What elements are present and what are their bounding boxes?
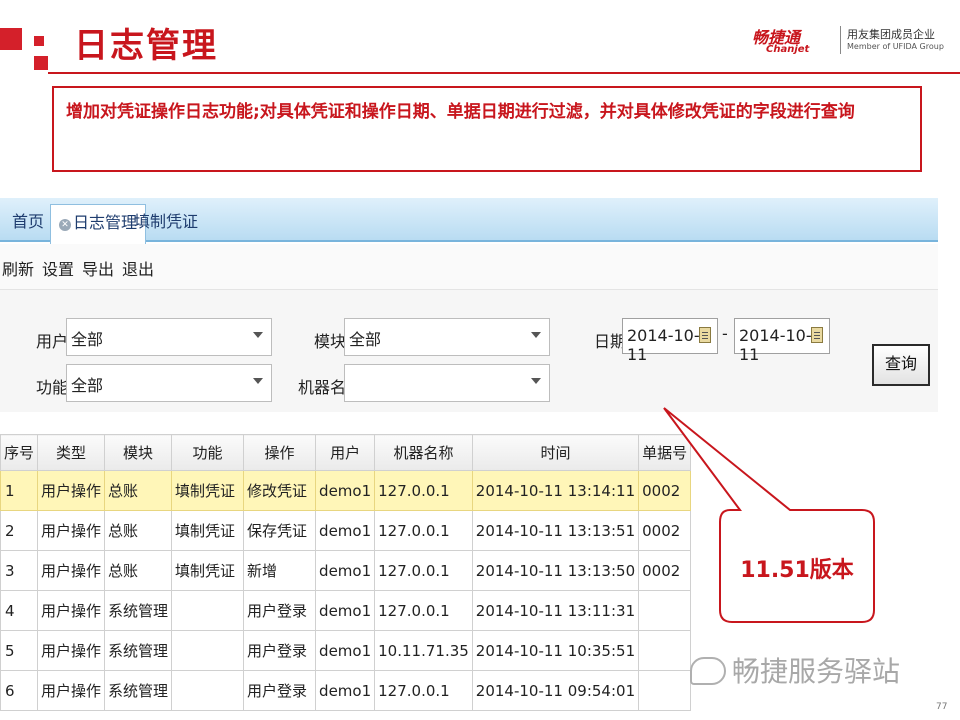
page-number: 77 bbox=[936, 702, 948, 712]
slide: { "slide": { "title": "日志管理", "logo": { … bbox=[0, 0, 960, 720]
wechat-watermark: 畅捷服务驿站 bbox=[690, 650, 900, 690]
watermark-text: 畅捷服务驿站 bbox=[732, 655, 901, 688]
version-callout bbox=[663, 407, 875, 623]
version-callout-text: 11.51版本 bbox=[740, 558, 854, 583]
wechat-icon bbox=[690, 657, 726, 685]
